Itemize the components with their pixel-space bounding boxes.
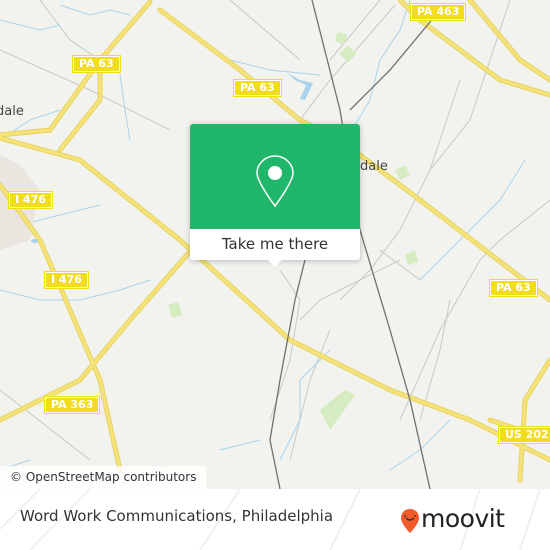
place-label: dale xyxy=(0,104,24,119)
take-me-there-button[interactable]: Take me there xyxy=(190,229,360,260)
footer-bar: Word Work Communications, Philadelphia m… xyxy=(0,489,550,550)
map-view[interactable]: PA 463 PA 63 PA 63 I 476 I 476 PA 63 PA … xyxy=(0,0,550,489)
route-shield-pa-463: PA 463 xyxy=(410,3,467,21)
route-shield-pa-363: PA 363 xyxy=(44,396,101,414)
route-shield-i-476: I 476 xyxy=(44,271,89,289)
route-shield-us-202: US 202 xyxy=(498,426,550,444)
destination-popup[interactable]: Take me there xyxy=(190,124,360,267)
route-shield-i-476: I 476 xyxy=(8,191,53,209)
map-pin-icon xyxy=(256,155,294,208)
place-label: dale xyxy=(360,159,388,174)
moovit-wordmark: moovit xyxy=(421,504,505,533)
route-shield-pa-63: PA 63 xyxy=(233,79,282,97)
popup-header xyxy=(190,124,360,229)
moovit-pin-icon xyxy=(401,509,419,533)
popup-tail xyxy=(266,258,284,267)
location-title: Word Work Communications, Philadelphia xyxy=(20,507,334,525)
map-attribution[interactable]: © OpenStreetMap contributors xyxy=(0,466,207,489)
route-shield-pa-63: PA 63 xyxy=(72,55,121,73)
route-shield-pa-63: PA 63 xyxy=(489,279,538,297)
